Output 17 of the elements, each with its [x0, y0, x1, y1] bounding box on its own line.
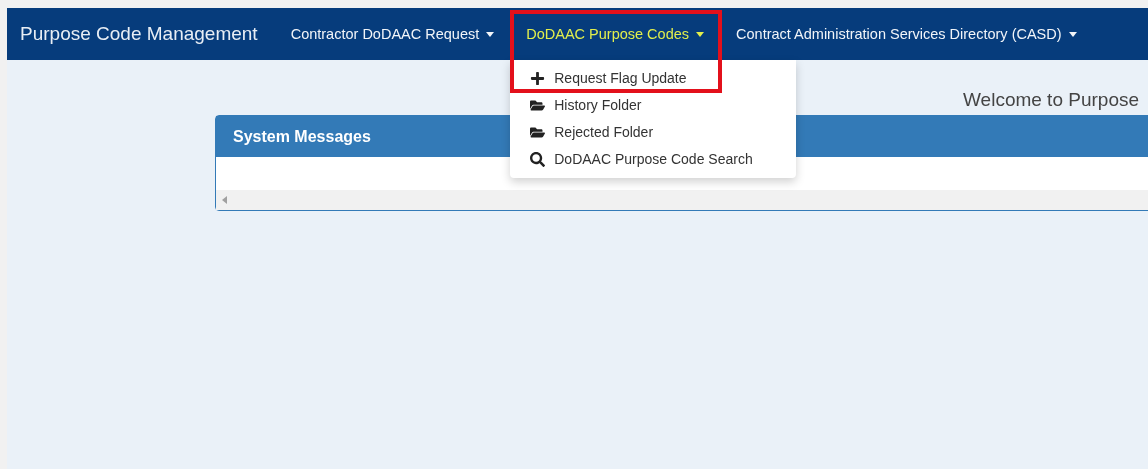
caret-icon [1068, 31, 1077, 37]
menu-item[interactable]: History Folder [510, 94, 797, 116]
horizontal-scrollbar[interactable] [216, 190, 1148, 210]
menu-item[interactable]: DoDAAC Purpose Code Search [510, 148, 797, 170]
plus-icon [530, 70, 546, 86]
caret-icon [486, 31, 495, 37]
menu-item[interactable]: Rejected Folder [510, 121, 797, 143]
scroll-left-icon[interactable] [222, 196, 227, 204]
panel-title: System Messages [233, 127, 371, 146]
search-icon [530, 151, 546, 167]
nav-menu[interactable]: DoDAAC Purpose Codes [510, 8, 721, 60]
caret-icon [696, 31, 705, 37]
nav-menu[interactable]: Contractor DoDAAC Request [274, 8, 511, 60]
menu-item[interactable]: Request Flag Update [510, 67, 797, 89]
brand-title: Purpose Code Management [19, 23, 259, 45]
welcome-text: Welcome to Purpose [963, 89, 1139, 111]
nav-menu[interactable]: Contract Administration Services Directory (CASD) [720, 8, 1093, 60]
